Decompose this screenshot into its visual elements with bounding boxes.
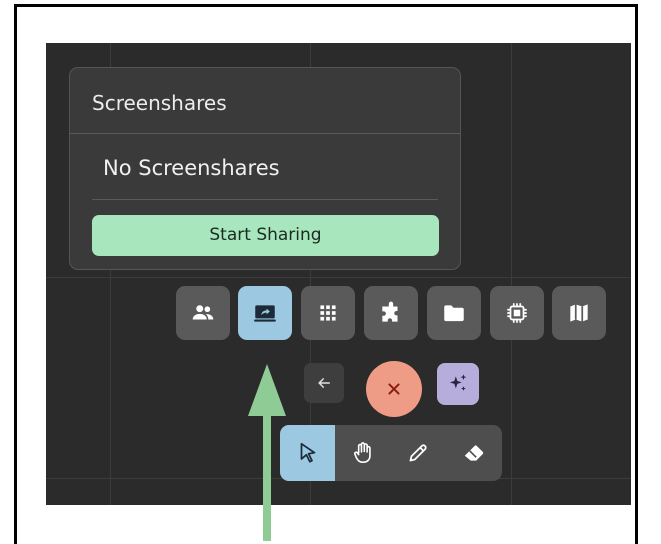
grid-icon	[320, 305, 336, 321]
map-button[interactable]	[552, 286, 606, 340]
files-button[interactable]	[427, 286, 481, 340]
ai-assistant-button[interactable]	[437, 363, 479, 405]
grid-line	[511, 43, 512, 505]
screenshare-button[interactable]	[238, 286, 292, 340]
puzzle-icon	[382, 301, 398, 322]
empty-state-text: No Screenshares	[103, 156, 280, 180]
select-tool[interactable]	[280, 425, 335, 481]
erase-tool[interactable]	[446, 425, 501, 481]
eraser-icon	[464, 445, 483, 461]
drawing-tools-bar	[280, 425, 502, 481]
chip-icon	[507, 303, 527, 323]
back-button[interactable]	[304, 363, 344, 403]
close-button[interactable]	[366, 361, 422, 417]
plugins-button[interactable]	[364, 286, 418, 340]
pencil-icon	[409, 444, 427, 462]
popup-title: Screenshares	[92, 91, 227, 115]
arrow-left-icon	[318, 378, 330, 388]
screenshares-popup: Screenshares No Screenshares Start Shari…	[69, 67, 461, 270]
processor-button[interactable]	[490, 286, 544, 340]
grid-line	[46, 277, 631, 278]
divider	[92, 199, 438, 200]
divider	[70, 133, 460, 134]
folder-icon	[444, 305, 464, 322]
hand-icon	[353, 442, 371, 464]
sparkles-icon	[449, 374, 467, 391]
people-icon	[192, 305, 214, 320]
screen-share-icon	[254, 305, 276, 322]
close-icon	[388, 383, 400, 395]
apps-button[interactable]	[301, 286, 355, 340]
cursor-icon	[300, 442, 315, 463]
draw-tool[interactable]	[390, 425, 445, 481]
pan-tool[interactable]	[335, 425, 390, 481]
start-sharing-button[interactable]: Start Sharing	[92, 215, 439, 256]
map-icon	[570, 304, 588, 322]
participants-button[interactable]	[176, 286, 230, 340]
